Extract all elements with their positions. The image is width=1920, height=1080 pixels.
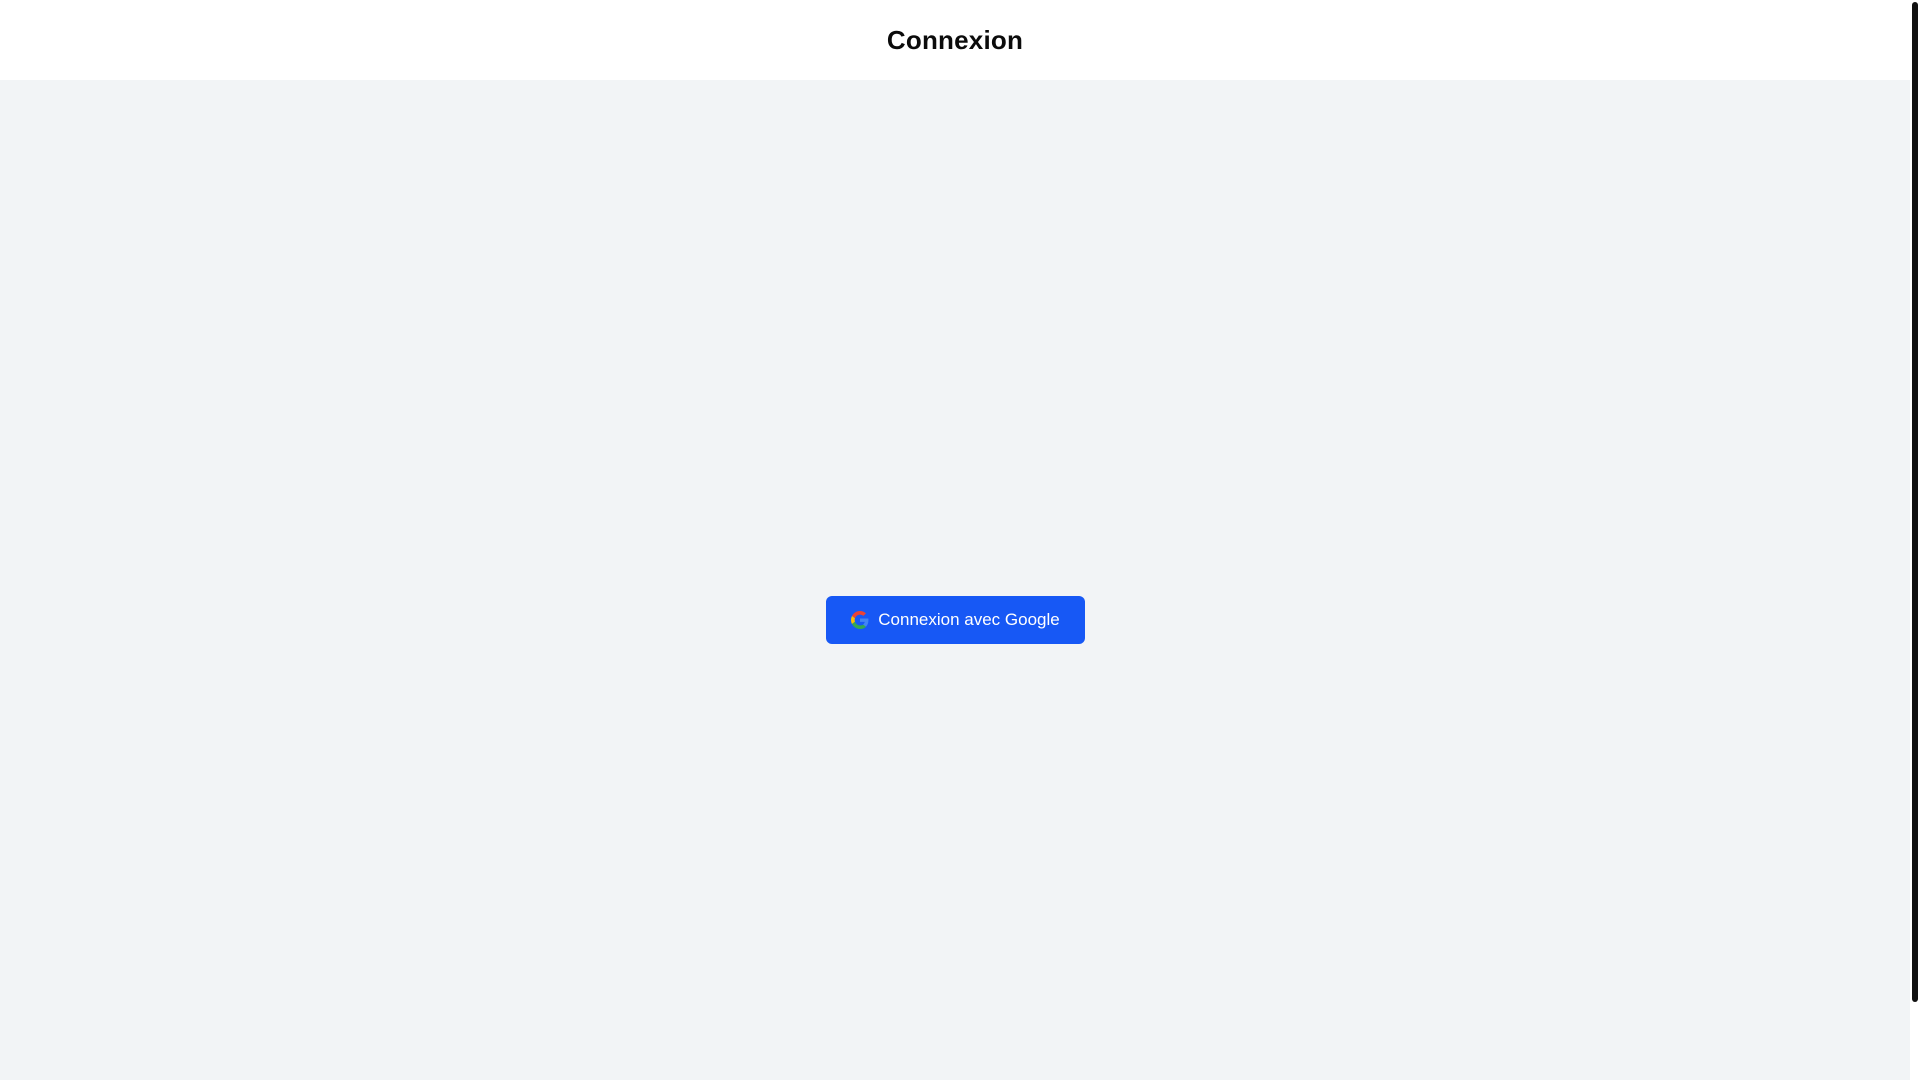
google-sign-in-label: Connexion avec Google [878,610,1060,629]
google-logo-icon [851,611,869,629]
scrollbar-thumb[interactable] [1912,2,1918,1002]
app-window: Connexion Connexion avec Google [0,0,1920,1080]
top-header: Connexion [0,0,1910,80]
page-viewport: Connexion Connexion avec Google [0,0,1910,1080]
main-content: Connexion avec Google [0,80,1910,1080]
google-sign-in-button[interactable]: Connexion avec Google [826,596,1085,644]
page-title: Connexion [886,24,1024,55]
vertical-scrollbar[interactable] [1910,0,1920,1080]
